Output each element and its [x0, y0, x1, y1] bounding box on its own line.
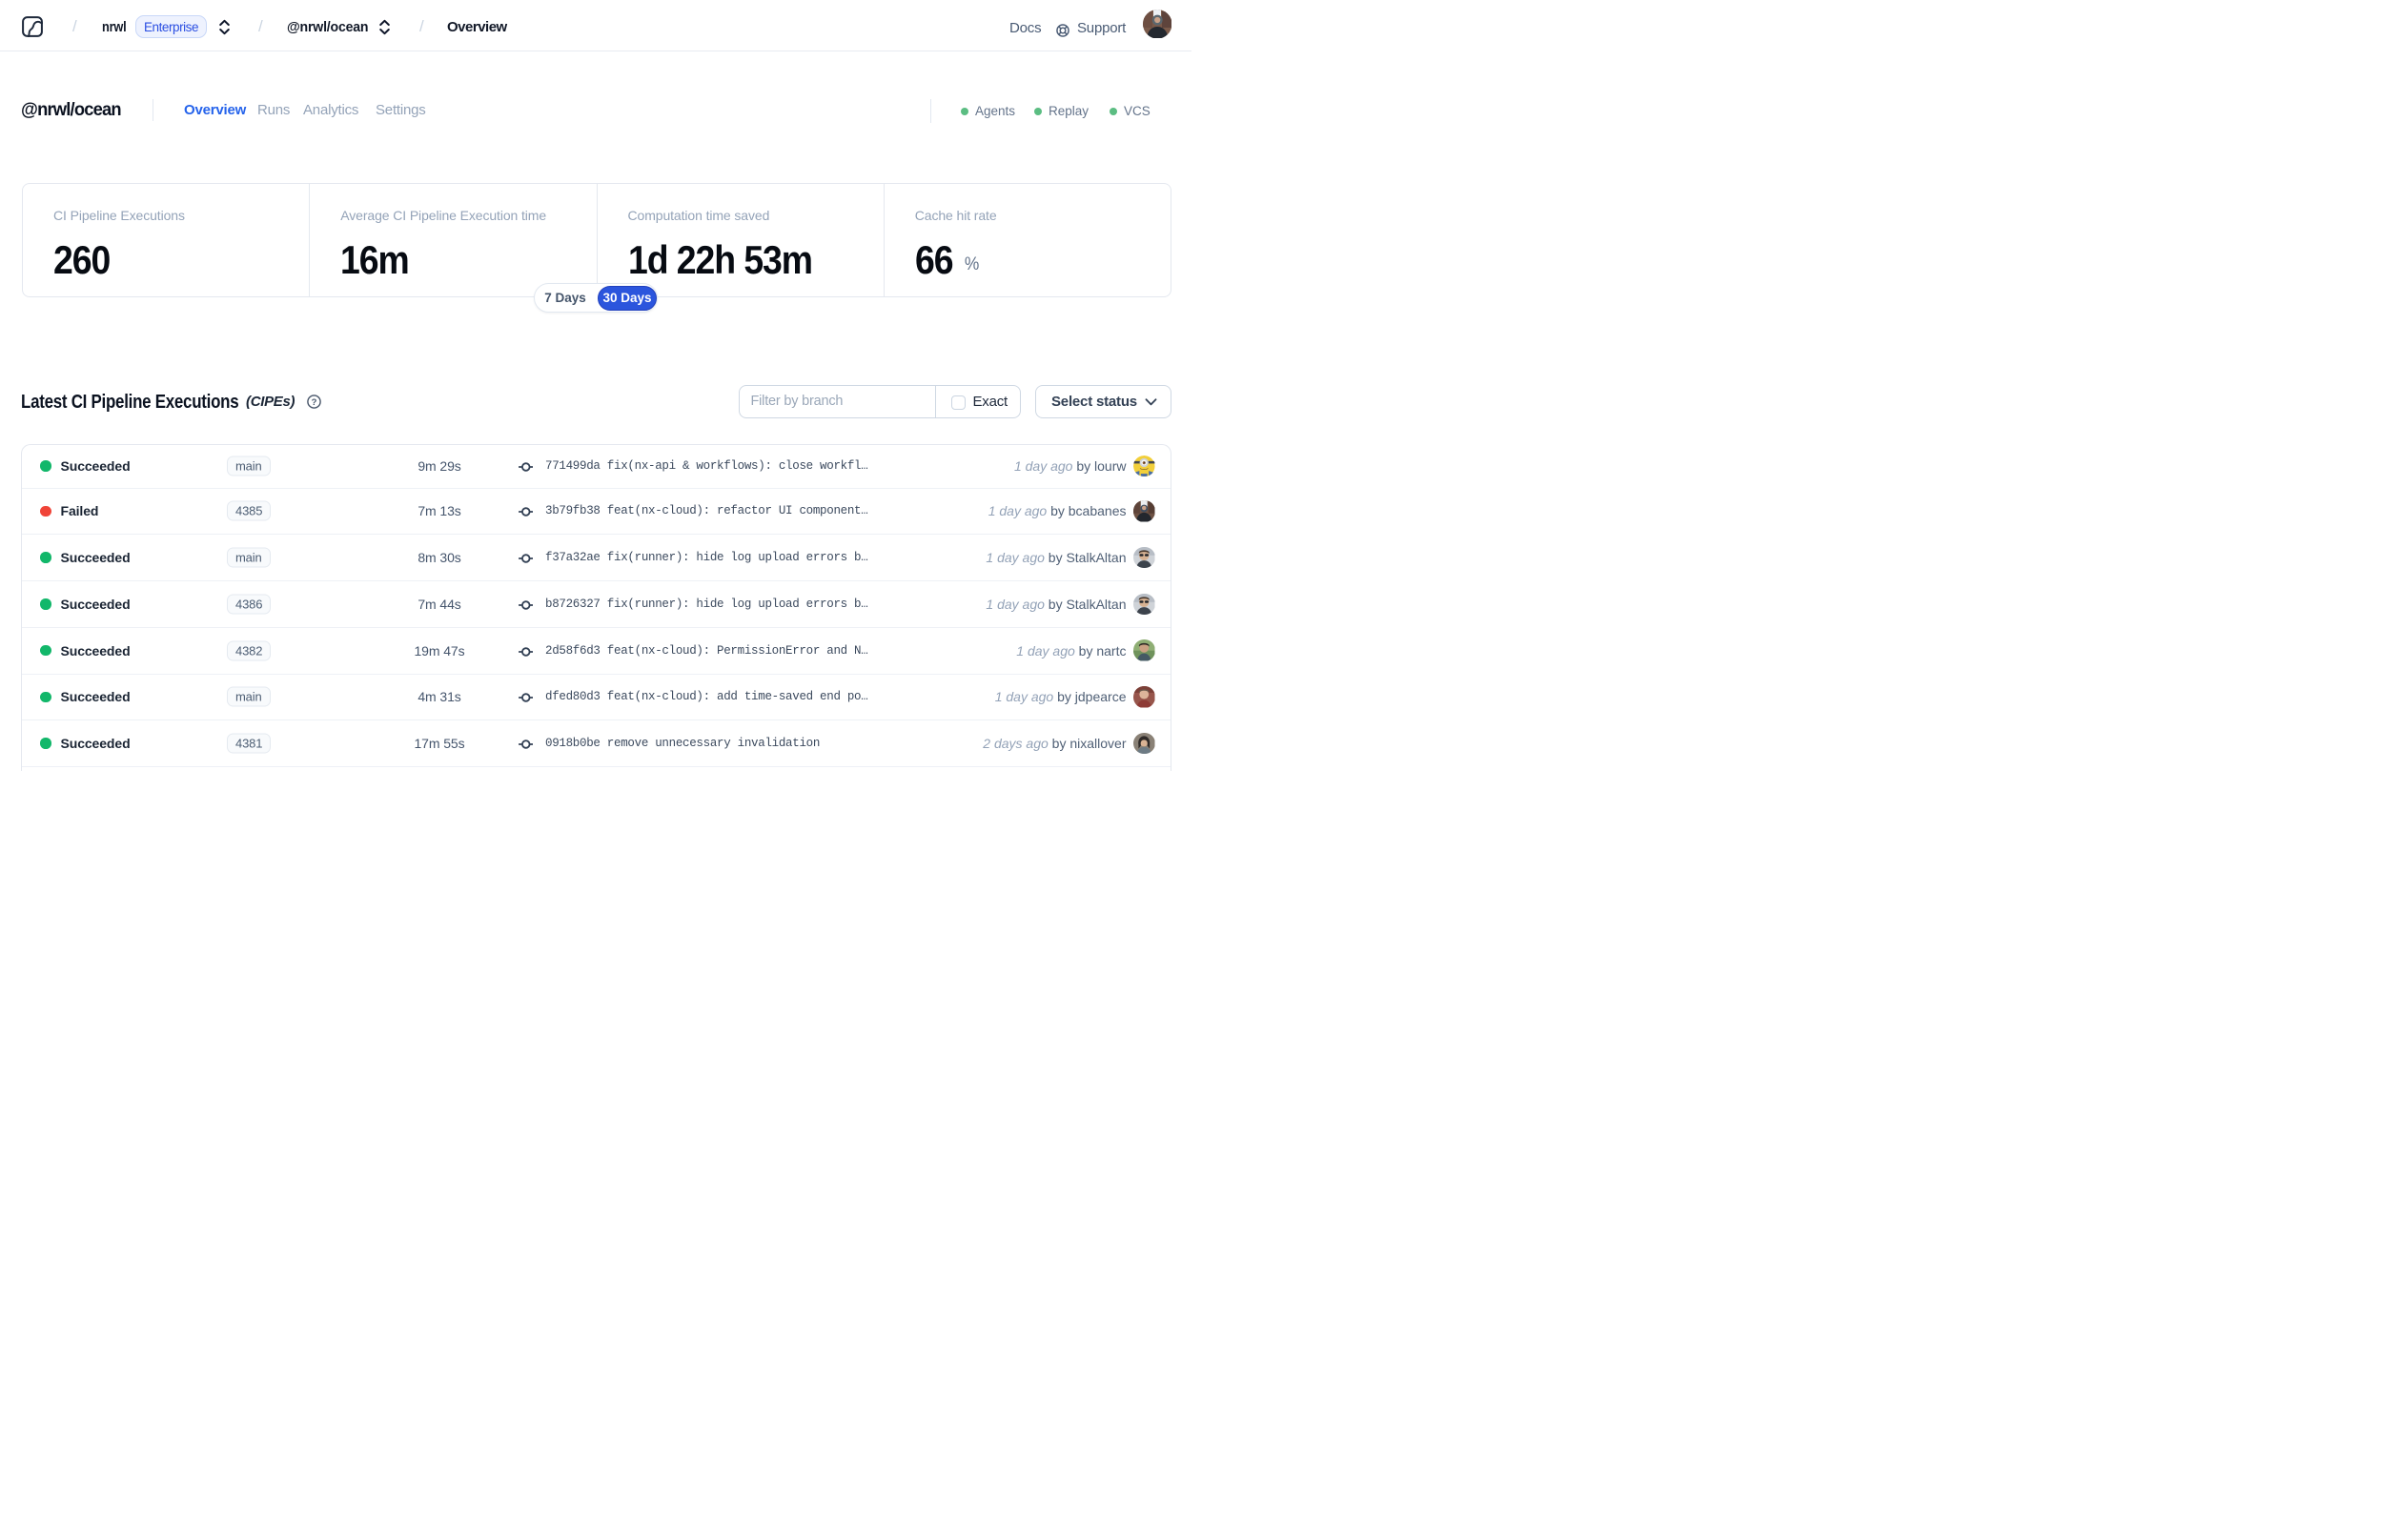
svg-text:?: ?	[312, 397, 317, 408]
